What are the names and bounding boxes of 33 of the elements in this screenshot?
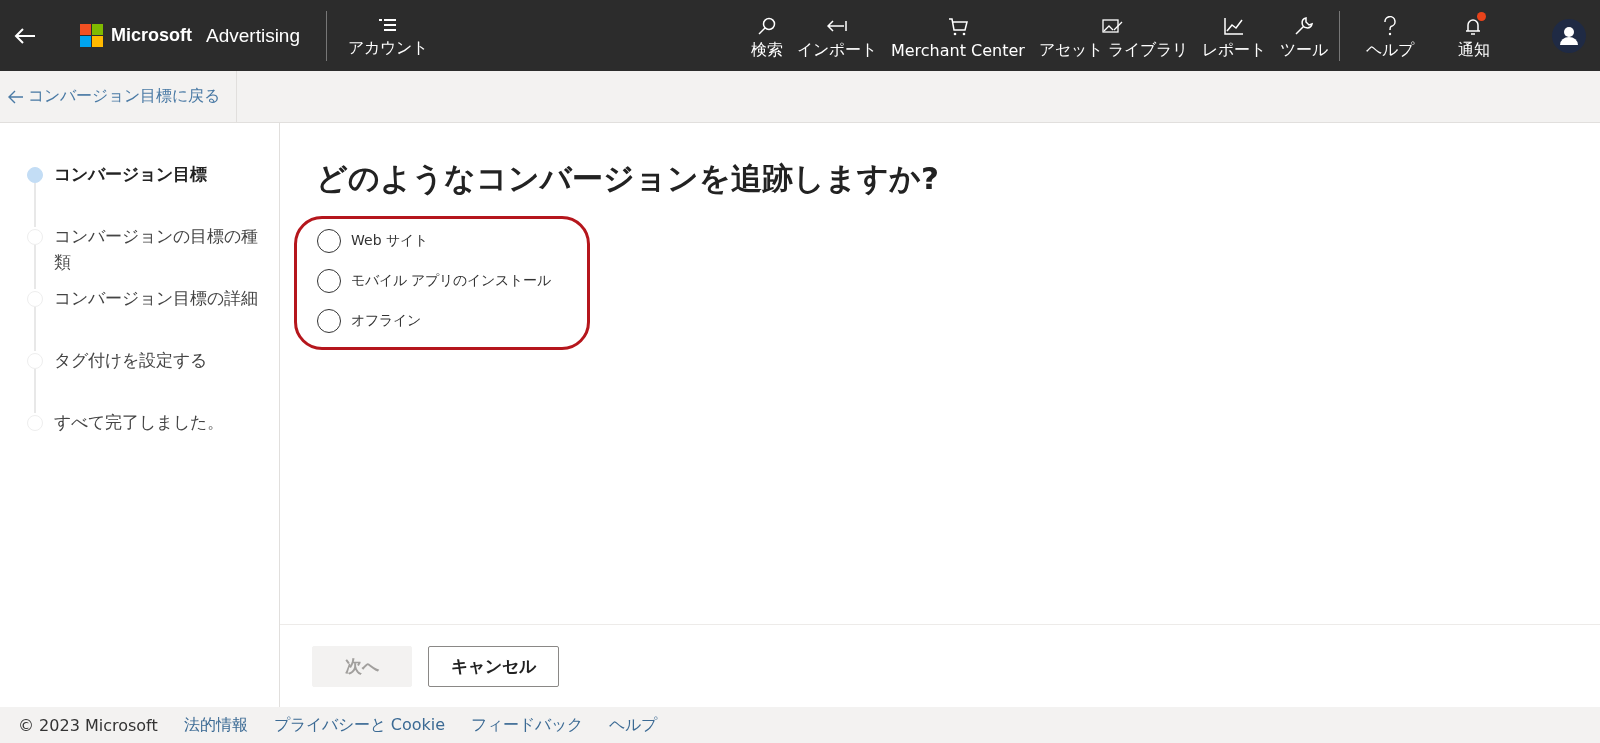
nav-button[interactable]: ツール bbox=[1273, 10, 1335, 61]
nav-button[interactable]: 検索 bbox=[743, 10, 790, 61]
nav-button[interactable]: 通知 bbox=[1436, 10, 1512, 61]
account-button[interactable]: アカウント bbox=[341, 12, 435, 59]
nav-button[interactable]: ヘルプ bbox=[1344, 10, 1436, 61]
nav-button[interactable]: インポート bbox=[789, 10, 884, 61]
cart-icon bbox=[947, 18, 968, 36]
footer-link[interactable]: プライバシーと Cookie bbox=[273, 714, 446, 736]
brand-name: Microsoft bbox=[111, 25, 192, 46]
logo-icon bbox=[80, 24, 103, 47]
search-icon bbox=[757, 17, 776, 35]
page-title: どのようなコンバージョンを追跡しますか? bbox=[316, 159, 940, 198]
footer-link[interactable]: 法的情報 bbox=[183, 714, 248, 736]
radio-option[interactable]: Web サイト bbox=[317, 229, 587, 253]
list-icon bbox=[379, 18, 397, 34]
nav-button[interactable]: レポート bbox=[1195, 10, 1273, 61]
radio-option[interactable]: モバイル アプリのインストール bbox=[317, 269, 587, 293]
radio-option[interactable]: オフライン bbox=[317, 309, 587, 333]
line-chart-icon bbox=[1224, 17, 1244, 35]
nav-button[interactable]: Merchant Center bbox=[883, 11, 1032, 60]
footer-link[interactable]: ヘルプ bbox=[609, 714, 658, 736]
copyright: © 2023 Microsoft bbox=[18, 715, 158, 735]
back-link[interactable]: コンバージョン目標に戻る bbox=[28, 71, 237, 122]
notification-dot bbox=[1477, 12, 1486, 21]
image-edit-icon bbox=[1102, 17, 1125, 35]
help-icon bbox=[1383, 16, 1397, 36]
nav-button[interactable]: アセット ライブラリ bbox=[1031, 10, 1195, 61]
wrench-icon bbox=[1294, 16, 1314, 36]
cancel-button[interactable]: キャンセル bbox=[428, 645, 559, 687]
import-arrow-icon bbox=[826, 19, 847, 33]
product-name: Advertising bbox=[206, 24, 300, 47]
footer-link[interactable]: フィードバック bbox=[471, 714, 584, 736]
avatar[interactable] bbox=[1552, 18, 1586, 53]
